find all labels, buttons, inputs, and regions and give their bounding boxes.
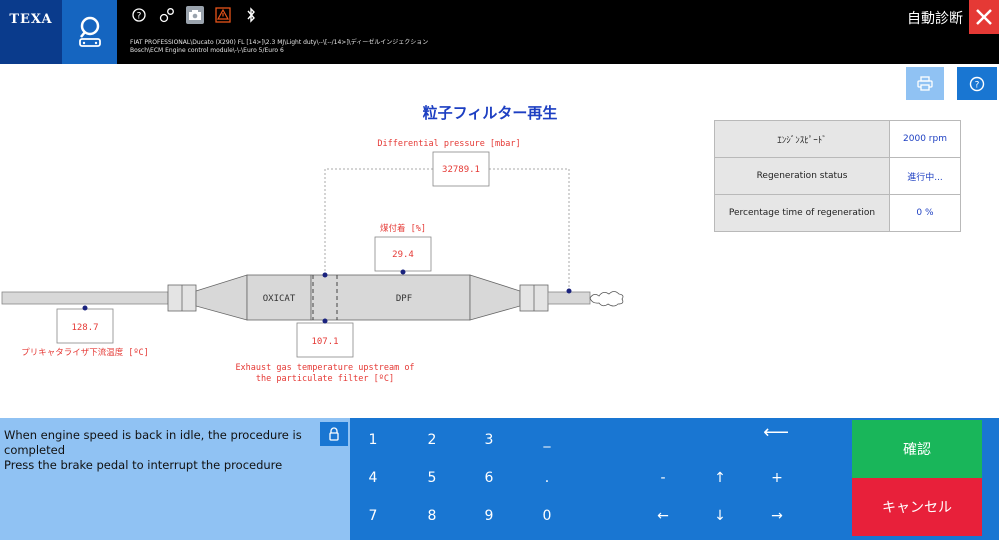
table-row: Percentage time of regeneration 0 % (714, 194, 961, 232)
sensor-dot-exhaust-temp (322, 318, 328, 324)
bottom-panel: When engine speed is back in idle, the p… (0, 418, 999, 540)
exhaust-diagram: OXICAT DPF Differential pressure [mbar] … (1, 139, 624, 384)
param-name: Percentage time of regeneration (714, 194, 890, 232)
inlet-pipe (1, 291, 169, 305)
printer-icon (917, 76, 933, 91)
differential-pressure-label: Differential pressure [mbar] (377, 139, 520, 149)
key-4[interactable]: 4 (358, 466, 388, 490)
arrow-right-key[interactable]: → (762, 504, 792, 528)
sensor-dot-pre-cat (82, 305, 88, 311)
texa-logo: TEXA (0, 0, 62, 64)
key-5[interactable]: 5 (417, 466, 447, 490)
plus-key[interactable]: + (762, 466, 792, 490)
lock-icon (329, 427, 339, 441)
key-1[interactable]: 1 (358, 428, 388, 452)
exhaust-temp-label-line2: the particulate filter [ºC] (256, 374, 394, 384)
key-2[interactable]: 2 (417, 428, 447, 452)
key-8[interactable]: 8 (417, 504, 447, 528)
message-line2: Press the brake pedal to interrupt the p… (4, 458, 283, 472)
dpf-label: DPF (396, 294, 412, 304)
key-9[interactable]: 9 (474, 504, 504, 528)
help-circle-icon: ? (969, 76, 985, 91)
settings-gears-icon[interactable] (158, 6, 176, 24)
cancel-button[interactable]: キャンセル (852, 478, 982, 536)
key-7[interactable]: 7 (358, 504, 388, 528)
message-text: When engine speed is back in idle, the p… (4, 428, 304, 473)
vehicle-path: FIAT PROFESSIONAL\Ducato (X290) FL [14>]… (130, 39, 428, 55)
param-value: 2000 rpm (889, 120, 961, 158)
svg-text:?: ? (137, 12, 142, 22)
arrow-left-key[interactable]: ← (648, 504, 678, 528)
message-line1: When engine speed is back in idle, the p… (4, 428, 302, 457)
warning-icon[interactable] (214, 6, 232, 24)
param-name: ｴﾝｼﾞﾝｽﾋﾟｰﾄﾞ (714, 120, 890, 158)
vehicle-path-line1: FIAT PROFESSIONAL\Ducato (X290) FL [14>]… (130, 39, 429, 46)
key-3[interactable]: 3 (474, 428, 504, 452)
outlet-pipe (547, 291, 591, 305)
close-button[interactable] (969, 0, 999, 34)
exhaust-temp-value: 107.1 (311, 337, 338, 347)
table-row: Regeneration status 進行中... (714, 157, 961, 195)
outlet-cone (469, 274, 521, 321)
sensor-dot-soot (400, 269, 406, 275)
key-dot[interactable]: . (532, 466, 562, 490)
key-underscore[interactable]: _ (532, 428, 562, 452)
svg-text:?: ? (975, 80, 980, 90)
table-row: ｴﾝｼﾞﾝｽﾋﾟｰﾄﾞ 2000 rpm (714, 120, 961, 158)
camera-icon[interactable] (186, 6, 204, 24)
confirm-button[interactable]: 確認 (852, 420, 982, 478)
lock-button[interactable] (320, 422, 348, 446)
header-bar: TEXA ? FIAT PROFESSIONAL\Ducato (X290) F… (0, 0, 999, 64)
pre-cat-temp-value: 128.7 (71, 323, 98, 333)
exhaust-temp-label-line1: Exhaust gas temperature upstream of (235, 363, 414, 373)
key-6[interactable]: 6 (474, 466, 504, 490)
key-0[interactable]: 0 (532, 504, 562, 528)
soot-load-label: 煤付着 [%] (380, 223, 426, 234)
sensor-dot-pressure-in (322, 272, 328, 278)
param-value: 0 % (889, 194, 961, 232)
param-name: Regeneration status (714, 157, 890, 195)
smoke-icon (589, 291, 624, 307)
car-search-icon (78, 16, 101, 47)
bluetooth-icon[interactable] (242, 6, 260, 24)
backspace-key[interactable]: ⟵ (756, 420, 796, 444)
pre-cat-temp-label: プリキャタライザ下流温度 [ºC] (21, 347, 149, 358)
dpf-body (310, 274, 471, 321)
pressure-line-right (489, 168, 570, 290)
differential-pressure-value: 32789.1 (442, 165, 480, 175)
sensor-dot-pressure-out (566, 288, 572, 294)
oxicat-label: OXICAT (263, 294, 296, 304)
help-button[interactable]: ? (957, 67, 997, 100)
inlet-cone (195, 274, 248, 321)
close-icon (976, 9, 992, 25)
arrow-down-key[interactable]: ↓ (705, 504, 735, 528)
param-value: 進行中... (889, 157, 961, 195)
vehicle-path-line2: Bosch\ECM Engine control module\-\-\Euro… (130, 47, 284, 54)
soot-load-value: 29.4 (392, 250, 414, 260)
help-circle-icon[interactable]: ? (130, 6, 148, 24)
message-panel: When engine speed is back in idle, the p… (0, 418, 350, 540)
mode-title: 自動診断 (907, 11, 963, 27)
parameters-table: ｴﾝｼﾞﾝｽﾋﾟｰﾄﾞ 2000 rpm Regeneration status… (714, 120, 961, 232)
minus-key[interactable]: - (648, 466, 678, 490)
arrow-up-key[interactable]: ↑ (705, 466, 735, 490)
print-button[interactable] (906, 67, 944, 100)
vehicle-search-button[interactable] (62, 0, 117, 64)
